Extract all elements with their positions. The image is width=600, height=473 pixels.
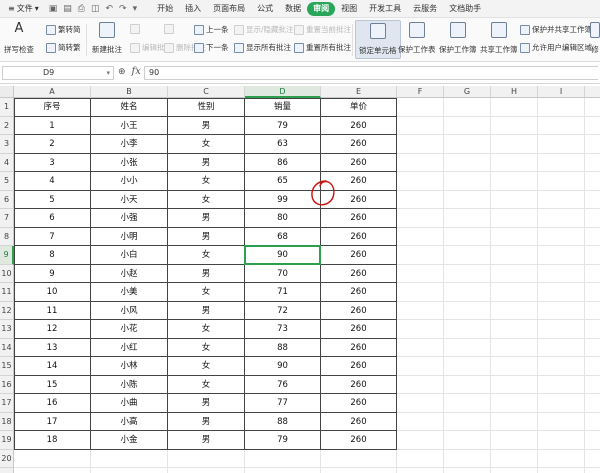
hand-drawn-circle — [311, 180, 335, 206]
